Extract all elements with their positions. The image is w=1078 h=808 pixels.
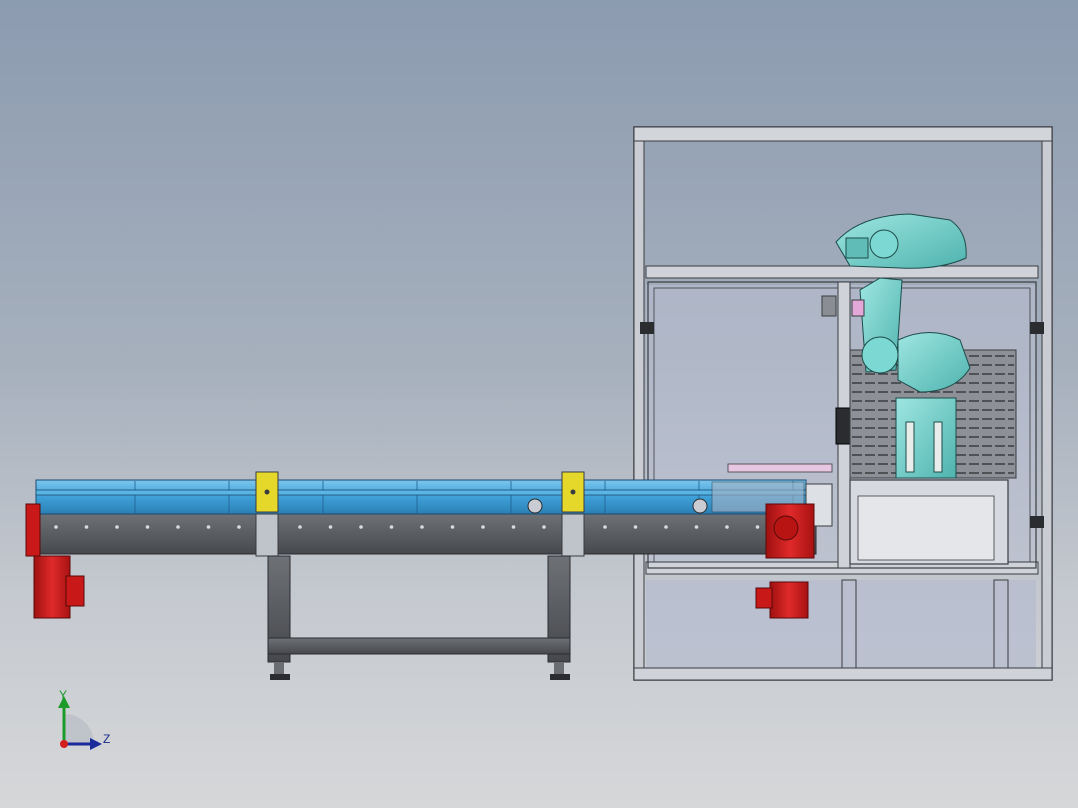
axis-triad-icon[interactable] xyxy=(58,696,102,750)
z-axis-arrowhead xyxy=(90,738,102,750)
rail-bolt-icon xyxy=(481,525,485,529)
enclosure-left-post xyxy=(633,126,645,681)
roller-icon xyxy=(692,498,708,514)
rail-bolt-icon xyxy=(115,525,119,529)
leveling-foot-icon xyxy=(270,674,290,680)
robot-elbow-joint xyxy=(861,336,899,374)
belt-guide-rail xyxy=(35,489,807,496)
motor-terminal-box xyxy=(65,575,85,607)
rail-bolt-icon xyxy=(389,525,394,529)
conveyor-belt[interactable] xyxy=(35,479,807,515)
bracket-clamp-right xyxy=(561,513,585,557)
conveyor-stand[interactable] xyxy=(267,555,571,680)
rail-bolt-icon xyxy=(633,525,638,529)
rail-bolt-icon xyxy=(206,525,211,529)
rail-bolt-icon xyxy=(84,525,89,529)
motor-terminal-box xyxy=(755,587,773,609)
rail-bolt-icon xyxy=(176,525,180,529)
rail-bolt-icon xyxy=(237,525,241,529)
conveyor-side-rail xyxy=(33,513,817,555)
leveling-foot-icon xyxy=(550,674,570,680)
enclosure-top-rail xyxy=(633,126,1053,142)
rail-bolt-icon xyxy=(450,525,455,529)
enclosure-right-post xyxy=(1041,126,1053,681)
rail-bolt-icon xyxy=(298,525,302,529)
robot-base xyxy=(895,397,957,479)
rail-bolt-icon xyxy=(328,525,333,529)
table-panel xyxy=(857,495,995,561)
robot-base-pin xyxy=(905,421,915,473)
rail-bolt-icon xyxy=(542,525,546,529)
leveling-foot-stem xyxy=(274,662,284,674)
robot-gripper[interactable] xyxy=(821,295,837,317)
rail-bolt-icon xyxy=(725,525,729,529)
robot-gripper-pad xyxy=(851,299,865,317)
triad-quadrant xyxy=(64,714,94,744)
enclosure-bottom-rail xyxy=(633,667,1053,681)
rail-bolt-icon xyxy=(511,525,516,529)
rail-bolt-icon xyxy=(54,525,58,529)
rail-bolt-icon xyxy=(603,525,607,529)
bracket-bolt-icon xyxy=(264,489,270,495)
hinge-icon xyxy=(1030,516,1044,528)
door-handle[interactable] xyxy=(835,407,851,445)
motor-body xyxy=(769,581,809,619)
bracket-clamp-left xyxy=(255,513,279,557)
rail-bolt-icon xyxy=(755,525,760,529)
x-axis-dot xyxy=(60,740,68,748)
z-axis-label: Z xyxy=(103,732,111,746)
y-axis-label: Y xyxy=(59,688,68,702)
enclosure-mid-rail xyxy=(645,265,1039,279)
rail-bolt-icon xyxy=(420,525,424,529)
pusher-bar[interactable] xyxy=(727,463,833,473)
gearbox-shaft-icon xyxy=(773,515,799,541)
motor-body xyxy=(33,555,71,619)
rail-bolt-icon xyxy=(359,525,363,529)
hinge-icon xyxy=(1030,322,1044,334)
rail-bolt-icon xyxy=(145,525,150,529)
enclosure-lower-panel xyxy=(646,580,1036,670)
motor-flange xyxy=(25,503,41,557)
hinge-icon xyxy=(640,322,654,334)
stand-crossbar xyxy=(267,637,571,655)
roller-icon xyxy=(527,498,543,514)
cad-viewport[interactable]: Y Z xyxy=(0,0,1078,808)
bracket-bolt-icon xyxy=(570,489,576,495)
robot-wrist-joint xyxy=(869,229,899,259)
assembly-model[interactable] xyxy=(0,0,1078,808)
rail-bolt-icon xyxy=(694,525,699,529)
robot-wrist-flange xyxy=(845,237,869,259)
robot-table[interactable] xyxy=(849,479,1009,565)
leveling-foot-stem xyxy=(554,662,564,674)
rail-bolt-icon xyxy=(664,525,668,529)
robot-base-pin xyxy=(933,421,943,473)
